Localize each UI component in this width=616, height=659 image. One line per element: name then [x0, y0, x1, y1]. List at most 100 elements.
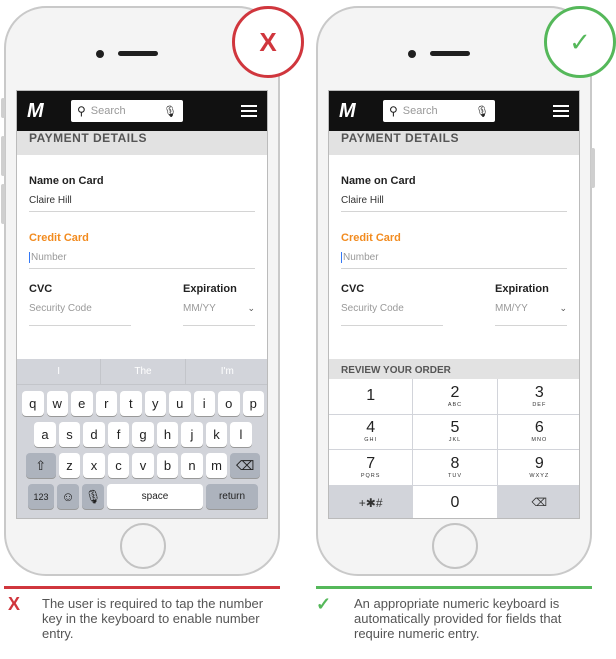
numbers-toggle-key[interactable]: 123	[28, 484, 54, 509]
key[interactable]: r	[95, 391, 117, 416]
key[interactable]: j	[181, 422, 203, 447]
search-box[interactable]: ⚲ Search 🎙	[383, 100, 495, 122]
chevron-down-icon[interactable]: ⌄	[559, 303, 567, 314]
key[interactable]: n	[181, 453, 203, 478]
numpad-key[interactable]: 6 MNO	[497, 414, 579, 449]
key[interactable]: l	[230, 422, 252, 447]
speaker-grille	[430, 51, 470, 56]
section-title: PAYMENT DETAILS	[17, 131, 267, 155]
key[interactable]: q	[22, 391, 44, 416]
app-logo[interactable]: M	[339, 100, 383, 123]
numeric-keypad: 1 2 ABC 3 DEF 4 GHI 5 JKL 6 MNO 7 PQRS 8 TUV 9W…	[329, 379, 579, 518]
key[interactable]: a	[34, 422, 56, 447]
field-label: Expiration	[183, 283, 237, 295]
key[interactable]: t	[120, 391, 142, 416]
field-label: Expiration	[495, 283, 549, 295]
key[interactable]: h	[156, 422, 179, 447]
prediction-item[interactable]: I	[17, 359, 102, 384]
key[interactable]: w	[46, 391, 68, 416]
cvc-expiration-row: CVC Security Code Expiration MM/YY ⌄	[341, 269, 567, 326]
check-icon: ✓	[316, 594, 332, 614]
key[interactable]: k	[205, 422, 228, 447]
search-placeholder: Search	[90, 105, 126, 117]
numpad-key[interactable]: 2 ABC	[413, 379, 497, 414]
key[interactable]: e	[71, 391, 93, 416]
key[interactable]: g	[132, 422, 154, 447]
numpad-key[interactable]: 7 PQRS	[329, 450, 413, 485]
text-caret	[341, 252, 342, 263]
key[interactable]: d	[83, 422, 105, 447]
search-icon: ⚲	[77, 104, 86, 118]
numpad-key[interactable]: 4 GHI	[329, 414, 413, 449]
hamburger-menu-icon[interactable]	[241, 102, 257, 120]
field-placeholder: Security Code	[341, 303, 404, 314]
backspace-key-icon[interactable]: ⌫	[497, 485, 579, 518]
key[interactable]: s	[58, 422, 81, 447]
key[interactable]: b	[156, 453, 179, 478]
phone-screen: M ⚲ Search 🎙 PAYMENT DETAILS Name on Car…	[328, 90, 580, 519]
speaker-grille	[118, 51, 158, 56]
numpad-key-zero[interactable]: 0	[413, 485, 497, 518]
prediction-item[interactable]: I'm	[186, 359, 267, 384]
expiration-field[interactable]: Expiration MM/YY ⌄	[183, 269, 255, 326]
field-label: CVC	[341, 283, 365, 295]
credit-card-field[interactable]: Credit Card Number	[341, 212, 567, 269]
numpad-key[interactable]: 8 TUV	[413, 450, 497, 485]
numpad-key[interactable]: 9 WXYZ	[497, 450, 579, 485]
phone-bad-example: M ⚲ Search 🎙 PAYMENT DETAILS Name on Car…	[1, 6, 280, 576]
good-example-badge: ✓	[544, 6, 616, 78]
cvc-field[interactable]: CVC Security Code	[341, 269, 443, 326]
key[interactable]: u	[169, 391, 191, 416]
payment-form: Name on Card Claire Hill Credit Card Num…	[329, 155, 579, 326]
app-logo[interactable]: M	[27, 100, 71, 123]
field-label: Name on Card	[29, 175, 104, 187]
cvc-field[interactable]: CVC Security Code	[29, 269, 131, 326]
search-box[interactable]: ⚲ Search 🎙	[71, 100, 183, 122]
chevron-down-icon[interactable]: ⌄	[247, 303, 255, 314]
keyboard-row-3: ⇧ z x c v b n m ⌫	[17, 453, 267, 478]
microphone-icon[interactable]: 🎙	[163, 105, 177, 118]
review-order-title: REVIEW YOUR ORDER	[329, 359, 579, 379]
field-placeholder: MM/YY ⌄	[495, 303, 567, 314]
key[interactable]: x	[83, 453, 105, 478]
field-placeholder: MM/YY ⌄	[183, 303, 255, 314]
camera-dot	[96, 50, 104, 58]
shift-key-icon[interactable]: ⇧	[25, 453, 56, 478]
app-navbar: M ⚲ Search 🎙	[17, 91, 267, 131]
key[interactable]: c	[107, 453, 130, 478]
expiration-field[interactable]: Expiration MM/YY ⌄	[495, 269, 567, 326]
key[interactable]: f	[107, 422, 130, 447]
comparison-stage: M ⚲ Search 🎙 PAYMENT DETAILS Name on Car…	[0, 0, 616, 659]
home-button[interactable]	[432, 523, 478, 569]
backspace-key-icon[interactable]: ⌫	[230, 453, 261, 478]
key[interactable]: y	[144, 391, 166, 416]
key[interactable]: i	[193, 391, 215, 416]
key[interactable]: o	[218, 391, 240, 416]
emoji-key-icon[interactable]: ☺	[57, 484, 79, 509]
phone-screen: M ⚲ Search 🎙 PAYMENT DETAILS Name on Car…	[16, 90, 268, 519]
numpad-key[interactable]: 1	[329, 379, 413, 414]
prediction-item[interactable]: The	[101, 359, 186, 384]
return-key[interactable]: return	[206, 484, 258, 509]
field-label: CVC	[29, 283, 53, 295]
field-value: Claire Hill	[29, 195, 72, 206]
side-button	[1, 136, 5, 176]
numpad-key[interactable]: 5 JKL	[413, 414, 497, 449]
home-button[interactable]	[120, 523, 166, 569]
key[interactable]: p	[242, 391, 264, 416]
phone-good-example: M ⚲ Search 🎙 PAYMENT DETAILS Name on Car…	[316, 6, 595, 576]
numpad-key[interactable]: 3 DEF	[497, 379, 579, 414]
key[interactable]: v	[132, 453, 154, 478]
key[interactable]: m	[205, 453, 228, 478]
name-on-card-field[interactable]: Name on Card Claire Hill	[341, 155, 567, 212]
credit-card-field[interactable]: Credit Card Number	[29, 212, 255, 269]
camera-dot	[408, 50, 416, 58]
keyboard-row-4: 123 ☺ 🎙 space return	[17, 484, 267, 509]
symbols-key[interactable]: +✱#	[329, 485, 413, 518]
key[interactable]: z	[58, 453, 81, 478]
microphone-key-icon[interactable]: 🎙	[82, 484, 104, 509]
microphone-icon[interactable]: 🎙	[475, 105, 489, 118]
hamburger-menu-icon[interactable]	[553, 102, 569, 120]
space-key[interactable]: space	[107, 484, 203, 509]
name-on-card-field[interactable]: Name on Card Claire Hill	[29, 155, 255, 212]
